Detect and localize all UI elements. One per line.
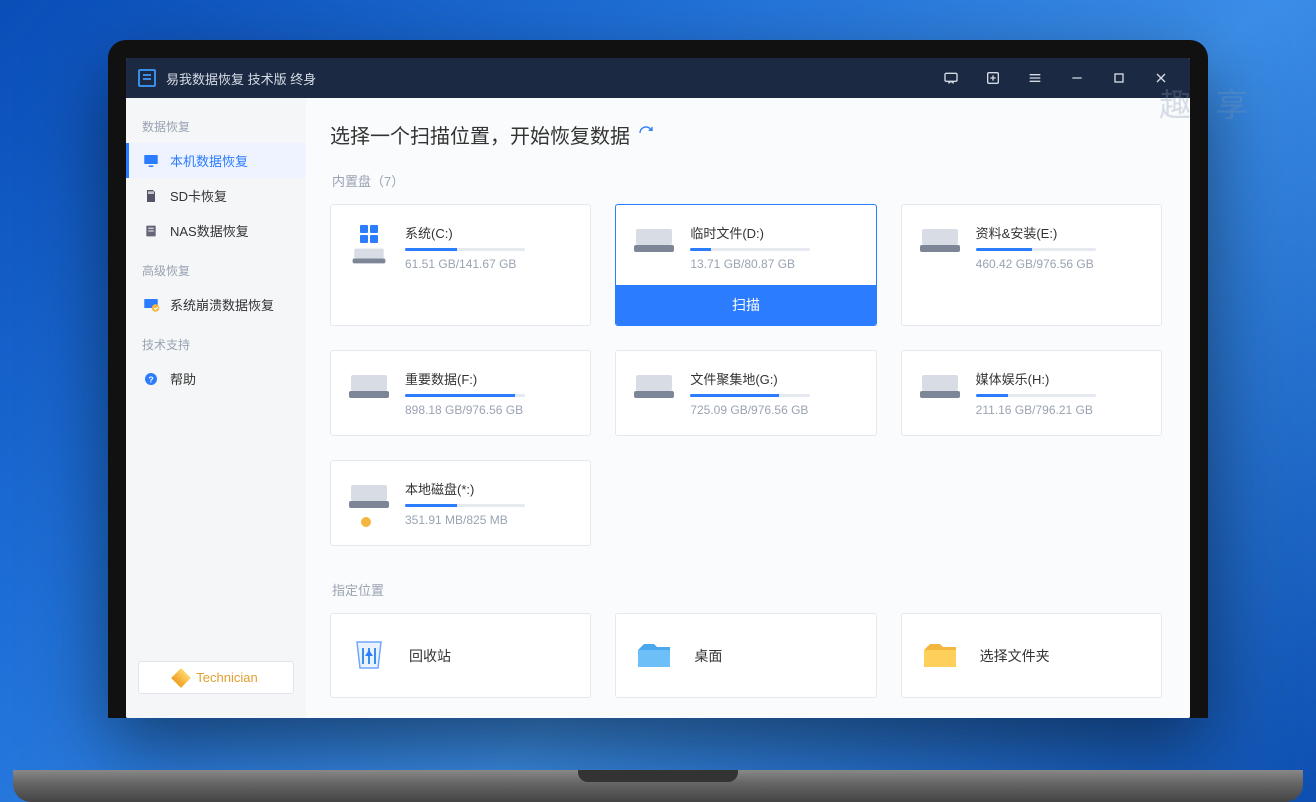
sidebar-section-advanced: 高级恢复 <box>126 258 306 287</box>
desktop-icon <box>634 636 674 675</box>
titlebar: 易我数据恢复 技术版 终身 <box>126 58 1190 98</box>
close-button[interactable] <box>1140 58 1182 98</box>
sidebar-item-local-recovery[interactable]: 本机数据恢复 <box>126 143 306 178</box>
drive-card[interactable]: 系统(C:) 61.51 GB/141.67 GB <box>330 204 591 326</box>
app-logo-icon <box>138 69 156 87</box>
crash-icon <box>142 296 160 314</box>
app-window: 易我数据恢复 技术版 终身 <box>126 58 1190 718</box>
sidebar-section-support: 技术支持 <box>126 332 306 361</box>
location-card-desktop[interactable]: 桌面 <box>615 613 876 698</box>
sd-card-icon <box>142 187 160 205</box>
usage-bar <box>405 248 525 251</box>
refresh-icon[interactable] <box>638 125 654 145</box>
drive-name: 媒体娱乐(H:) <box>976 369 1145 388</box>
drive-icon <box>918 369 962 417</box>
drive-card[interactable]: 媒体娱乐(H:) 211.16 GB/796.21 GB <box>901 350 1162 436</box>
help-icon: ? <box>142 370 160 388</box>
main-content: 选择一个扫描位置，开始恢复数据 内置盘（7） 系统(C:) 61.51 GB/1… <box>306 98 1190 718</box>
location-label: 选择文件夹 <box>980 646 1050 666</box>
windows-icon <box>360 225 378 243</box>
drive-size: 460.42 GB/976.56 GB <box>976 257 1145 271</box>
drive-size: 211.16 GB/796.21 GB <box>976 403 1145 417</box>
drive-icon <box>347 369 391 417</box>
drive-size: 13.71 GB/80.87 GB <box>690 257 859 271</box>
feedback-button[interactable] <box>930 58 972 98</box>
folder-icon <box>920 636 960 675</box>
drive-name: 本地磁盘(*:) <box>405 479 574 498</box>
usage-bar <box>405 504 525 507</box>
technician-button[interactable]: Technician <box>138 661 294 694</box>
location-grid: 回收站 桌面 选择文件夹 <box>330 613 1162 698</box>
warning-badge-icon <box>359 515 373 529</box>
page-title-row: 选择一个扫描位置，开始恢复数据 <box>330 120 1162 149</box>
drive-card[interactable]: 本地磁盘(*:) 351.91 MB/825 MB <box>330 460 591 546</box>
drive-card[interactable]: 临时文件(D:) 13.71 GB/80.87 GB 扫描 <box>615 204 876 326</box>
drive-size: 61.51 GB/141.67 GB <box>405 257 574 271</box>
drive-icon <box>632 369 676 417</box>
internal-drives-label: 内置盘（7） <box>332 171 1162 190</box>
drive-name: 临时文件(D:) <box>690 223 859 242</box>
sidebar-item-sd-recovery[interactable]: SD卡恢复 <box>126 178 306 213</box>
settings-button[interactable] <box>972 58 1014 98</box>
location-card-folder[interactable]: 选择文件夹 <box>901 613 1162 698</box>
app-title: 易我数据恢复 技术版 终身 <box>166 69 920 88</box>
diamond-icon <box>171 668 191 688</box>
sidebar-section-data-recovery: 数据恢复 <box>126 114 306 143</box>
sidebar-item-crash-recovery[interactable]: 系统崩溃数据恢复 <box>126 287 306 322</box>
drive-icon <box>918 223 962 307</box>
usage-bar <box>405 394 525 397</box>
sidebar-item-label: 帮助 <box>170 369 196 388</box>
drive-card[interactable]: 文件聚集地(G:) 725.09 GB/976.56 GB <box>615 350 876 436</box>
technician-label: Technician <box>196 670 257 685</box>
drive-card[interactable]: 资料&安装(E:) 460.42 GB/976.56 GB <box>901 204 1162 326</box>
monitor-icon <box>142 152 160 170</box>
drive-icon <box>347 223 391 307</box>
drive-name: 资料&安装(E:) <box>976 223 1145 242</box>
drive-size: 351.91 MB/825 MB <box>405 513 574 527</box>
specified-location-label: 指定位置 <box>332 580 1162 599</box>
sidebar: 数据恢复 本机数据恢复 SD卡恢复 <box>126 98 306 718</box>
maximize-button[interactable] <box>1098 58 1140 98</box>
location-card-recycle[interactable]: 回收站 <box>330 613 591 698</box>
minimize-button[interactable] <box>1056 58 1098 98</box>
drive-name: 文件聚集地(G:) <box>690 369 859 388</box>
location-label: 回收站 <box>409 646 451 666</box>
scan-button[interactable]: 扫描 <box>616 285 875 325</box>
sidebar-item-label: SD卡恢复 <box>170 186 227 205</box>
page-title: 选择一个扫描位置，开始恢复数据 <box>330 120 630 149</box>
drive-grid: 系统(C:) 61.51 GB/141.67 GB 临时文件(D:) 13.71… <box>330 204 1162 546</box>
drive-name: 重要数据(F:) <box>405 369 574 388</box>
sidebar-item-label: 系统崩溃数据恢复 <box>170 295 274 314</box>
menu-button[interactable] <box>1014 58 1056 98</box>
usage-bar <box>690 394 810 397</box>
sidebar-item-nas-recovery[interactable]: NAS数据恢复 <box>126 213 306 248</box>
usage-bar <box>976 248 1096 251</box>
usage-bar <box>690 248 810 251</box>
drive-name: 系统(C:) <box>405 223 574 242</box>
nas-icon <box>142 222 160 240</box>
location-label: 桌面 <box>694 646 722 666</box>
recycle-icon <box>349 636 389 675</box>
drive-size: 898.18 GB/976.56 GB <box>405 403 574 417</box>
sidebar-item-label: NAS数据恢复 <box>170 221 249 240</box>
usage-bar <box>976 394 1096 397</box>
sidebar-item-label: 本机数据恢复 <box>170 151 248 170</box>
svg-text:?: ? <box>148 374 153 384</box>
sidebar-item-help[interactable]: ? 帮助 <box>126 361 306 396</box>
drive-card[interactable]: 重要数据(F:) 898.18 GB/976.56 GB <box>330 350 591 436</box>
drive-size: 725.09 GB/976.56 GB <box>690 403 859 417</box>
drive-icon <box>632 223 676 271</box>
